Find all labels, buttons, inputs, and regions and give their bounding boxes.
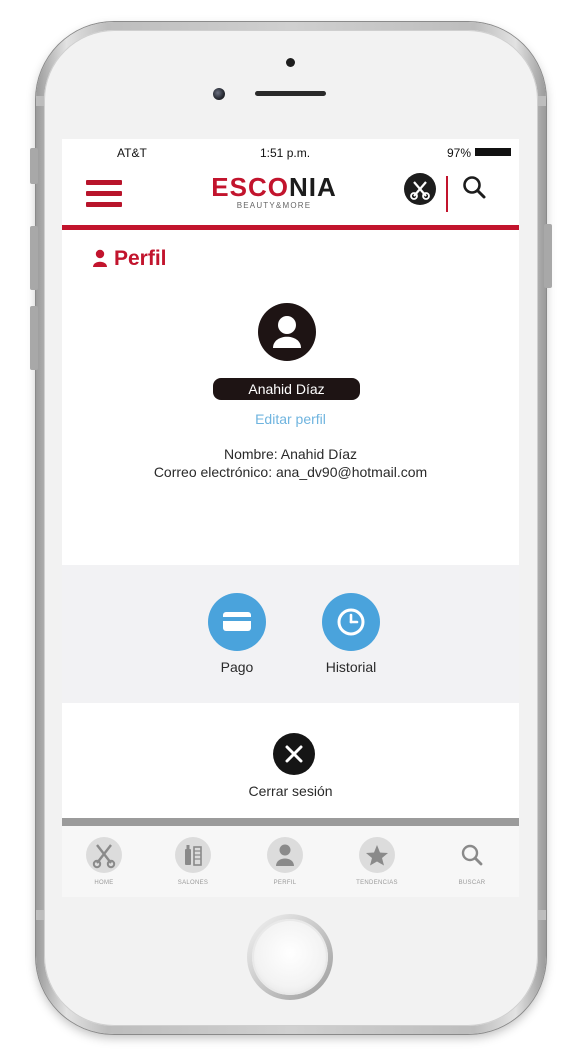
search-icon[interactable] (460, 173, 490, 203)
tabbar-top-rule (62, 818, 519, 826)
proximity-sensor (286, 58, 295, 67)
scissors-icon (92, 844, 116, 869)
user-name-info: Nombre: Anahid Díaz (223, 446, 358, 462)
carrier-label: AT&T (117, 146, 147, 160)
home-button[interactable] (252, 919, 328, 995)
avatar[interactable] (258, 303, 316, 361)
salon-tools-icon (185, 845, 202, 866)
logout-button[interactable] (273, 733, 315, 775)
logout-label[interactable]: Cerrar sesión (62, 783, 519, 799)
battery-icon (475, 148, 511, 156)
volume-down-button (30, 306, 38, 370)
tab-salones[interactable]: SALONES (153, 826, 233, 897)
app-screen: AT&T 1:51 p.m. 97% ESCONIA BEAUTY&MORE P… (62, 139, 519, 897)
battery-percent: 97% (447, 146, 472, 160)
scissors-comb-icon[interactable] (404, 173, 436, 205)
clock-label: 1:51 p.m. (260, 146, 311, 160)
payment-label: Pago (220, 659, 254, 675)
hamburger-menu-icon[interactable] (86, 180, 122, 208)
earpiece-speaker (255, 91, 326, 96)
mute-switch (30, 148, 38, 184)
header-divider (446, 176, 448, 212)
power-button (544, 224, 552, 288)
search-icon (461, 844, 483, 866)
bottom-tab-bar: HOME SALONES PERFIL TENDENCIAS BUSCAR (62, 826, 519, 897)
status-bar: AT&T 1:51 p.m. 97% (62, 139, 519, 165)
edit-profile-link[interactable]: Editar perfil (62, 411, 519, 427)
close-icon (285, 745, 303, 763)
tab-tendencias[interactable]: TENDENCIAS (337, 826, 417, 897)
person-icon (92, 249, 108, 267)
tab-buscar[interactable]: BUSCAR (432, 826, 512, 897)
user-email-info: Correo electrónico: ana_dv90@hotmail.com (153, 464, 428, 480)
user-name-badge: Anahid Díaz (213, 378, 360, 400)
front-camera (213, 88, 225, 100)
clock-icon (337, 608, 365, 636)
history-button[interactable] (322, 593, 380, 651)
history-label: Historial (325, 659, 377, 675)
esconia-logo[interactable]: ESCONIA BEAUTY&MORE (210, 173, 338, 210)
payment-button[interactable] (208, 593, 266, 651)
tab-home[interactable]: HOME (64, 826, 144, 897)
page-title: Perfil (92, 247, 167, 273)
star-icon (366, 845, 388, 866)
app-header: ESCONIA BEAUTY&MORE (62, 165, 519, 227)
logo-tagline: BEAUTY&MORE (236, 201, 312, 210)
person-icon (276, 844, 294, 866)
actions-panel (62, 565, 519, 703)
tab-perfil[interactable]: PERFIL (245, 826, 325, 897)
credit-card-icon (223, 612, 251, 631)
volume-up-button (30, 226, 38, 290)
header-underline (62, 225, 519, 230)
